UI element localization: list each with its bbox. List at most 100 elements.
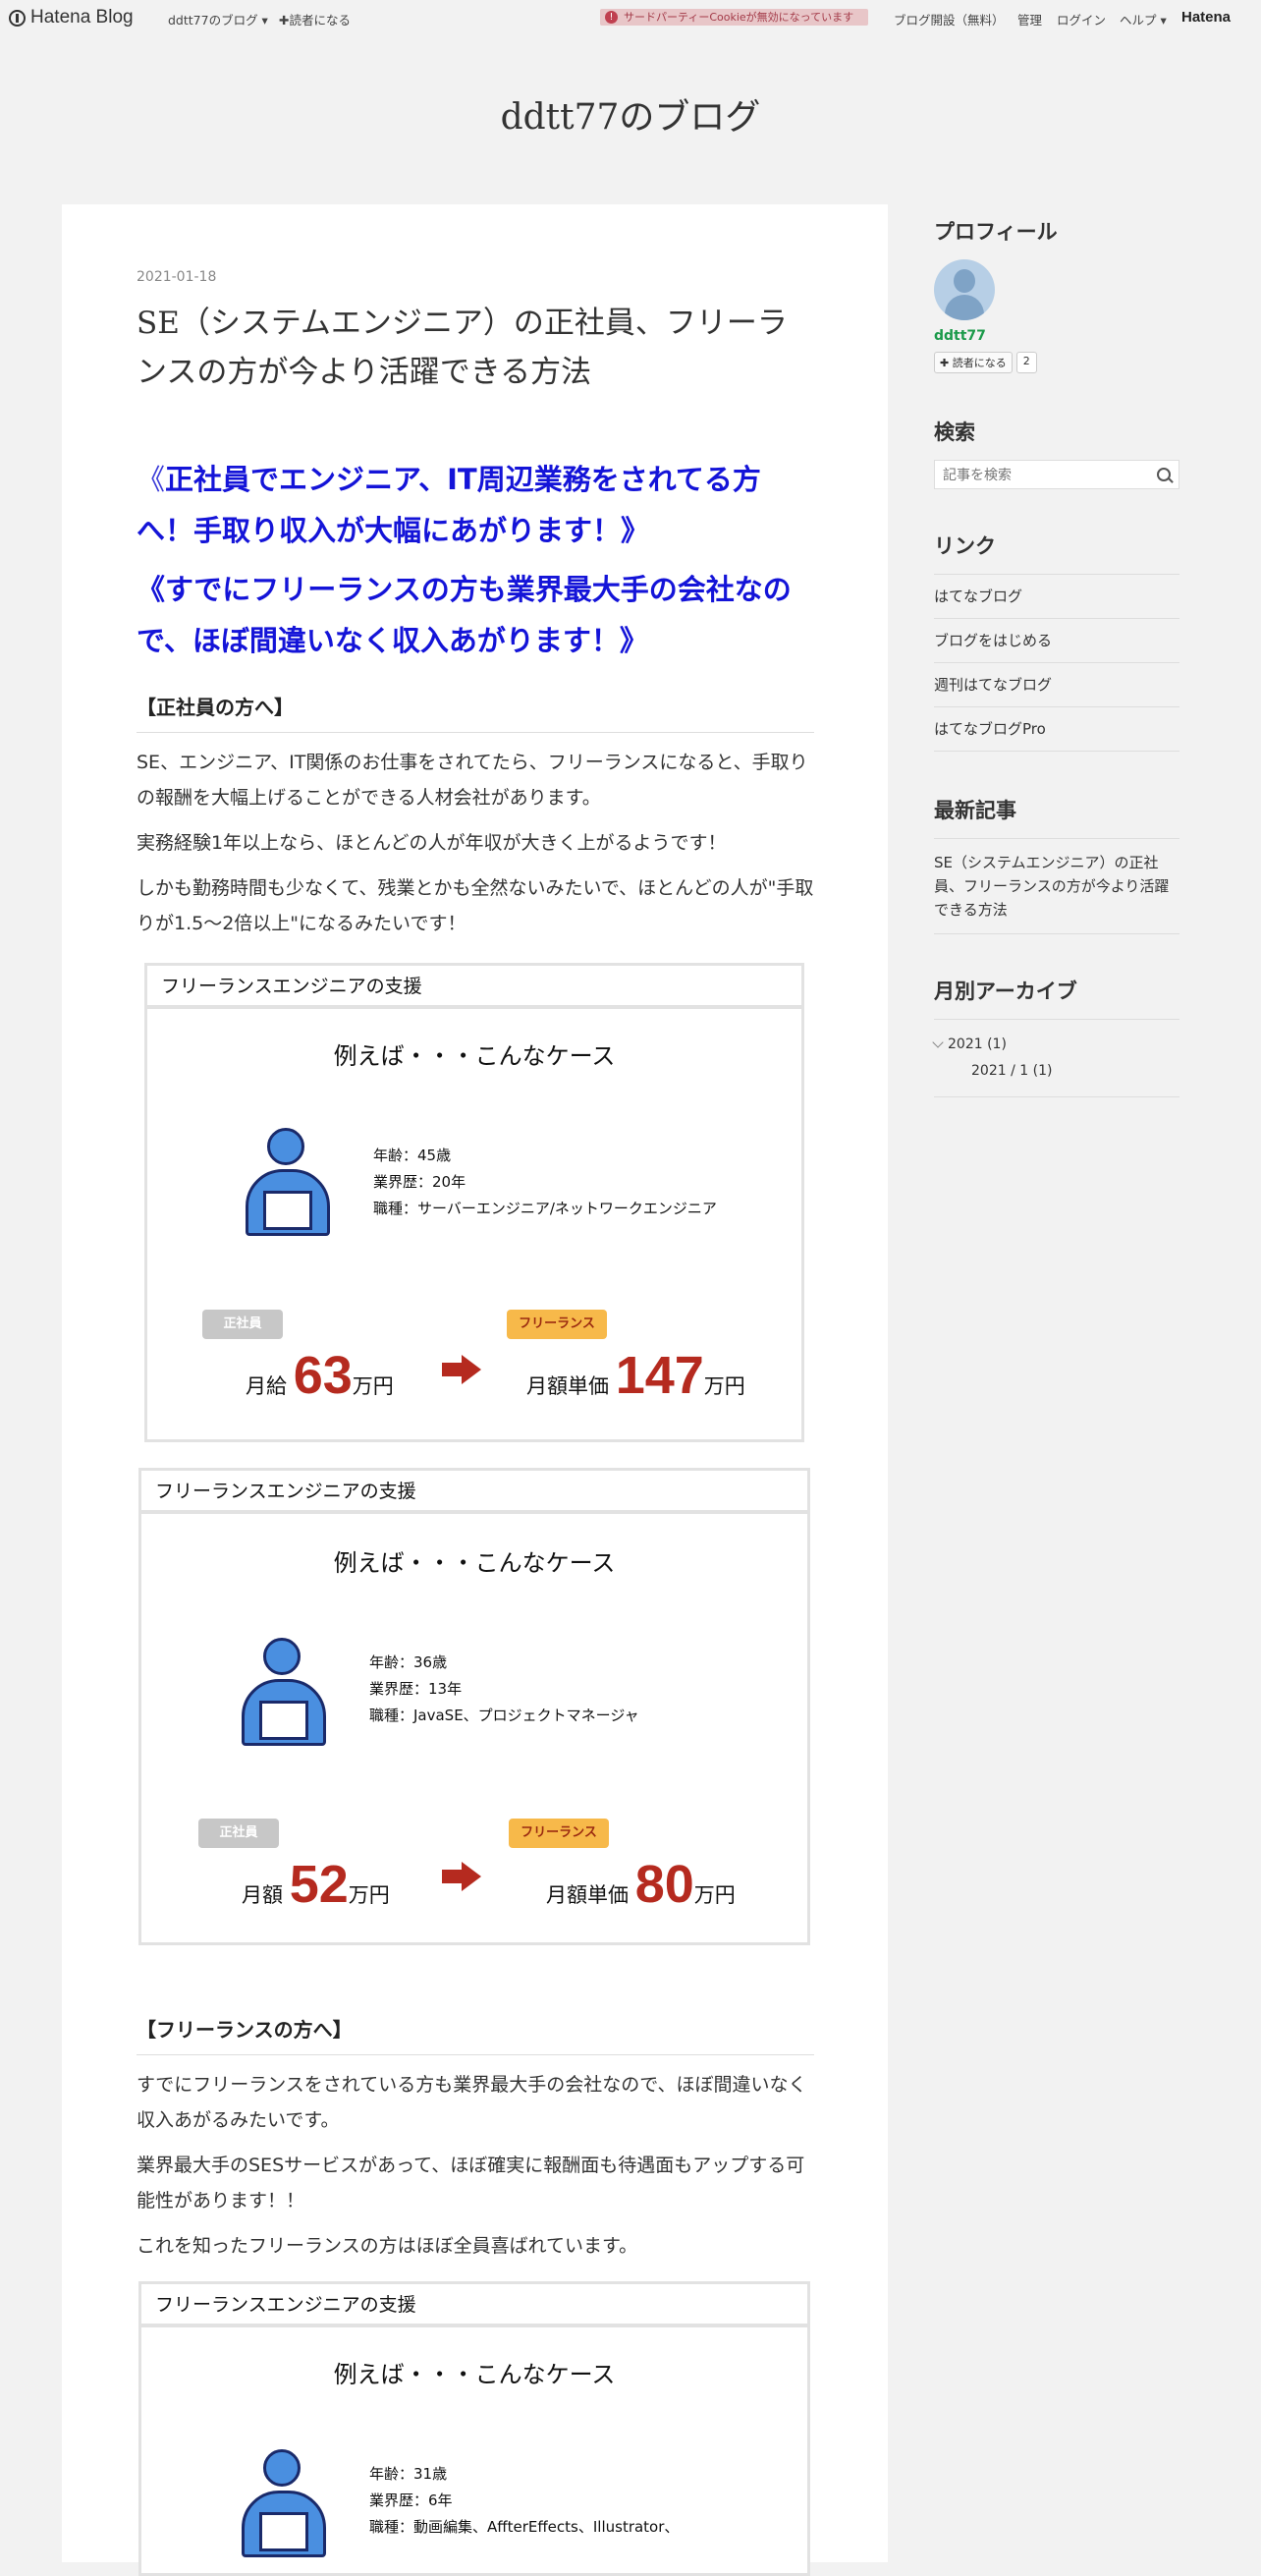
links-heading: リンク bbox=[934, 534, 996, 558]
logo-text: Hatena Blog bbox=[30, 7, 134, 28]
card-example-title: 例えば・・・こんなケース bbox=[333, 1549, 616, 1577]
search-box bbox=[934, 460, 1179, 490]
person-laptop-icon bbox=[242, 2449, 326, 2559]
salary-after: 月額単価 80万円 bbox=[546, 1854, 736, 1915]
paragraph: SE、エンジニア、IT関係のお仕事をされてたら、フリーランスになると、手取りの報… bbox=[137, 752, 808, 809]
link-item[interactable]: はてなブログ bbox=[934, 575, 1179, 619]
cookie-notice-text: サードパーティーCookieが無効になっています bbox=[624, 11, 854, 24]
profile-heading: プロフィール bbox=[934, 220, 1058, 244]
subscribe-button[interactable]: ✚ 読者になる bbox=[934, 352, 1013, 373]
case-job: 職種：サーバーエンジニア/ネットワークエンジニア bbox=[373, 1200, 717, 1217]
lead-line-1: 《正社員でエンジニア、IT周辺業務をされてる方へ！手取り収入が大幅にあがります！… bbox=[137, 454, 814, 556]
search-heading: 検索 bbox=[934, 420, 975, 444]
salary-before-label: 月額 bbox=[242, 1883, 283, 1907]
archive-list: 2021 (1) 2021 / 1 (1) bbox=[932, 1019, 1179, 1097]
chevron-down-icon[interactable] bbox=[932, 1036, 944, 1048]
lead-bracket: 《 bbox=[137, 463, 166, 496]
arrow-right-icon bbox=[442, 1355, 483, 1384]
tag-employee: 正社員 bbox=[198, 1819, 279, 1848]
case-age: 年齢：31歳 bbox=[369, 2465, 448, 2483]
tag-freelance: フリーランス bbox=[507, 1310, 607, 1339]
case-profile: 年齢：45歳 業界歴：20年 職種：サーバーエンジニア/ネットワークエンジニア bbox=[373, 1143, 717, 1222]
paragraph: 実務経験1年以上なら、ほとんどの人が年収が大きく上がるようです！ bbox=[137, 832, 727, 854]
link-item[interactable]: ブログをはじめる bbox=[934, 619, 1179, 663]
paragraph: すでにフリーランスをされている方も業界最大手の会社なので、ほぼ間違いなく収入あが… bbox=[137, 2074, 807, 2131]
subscribe-link[interactable]: ✚読者になる bbox=[279, 10, 351, 28]
case-card: フリーランスエンジニアの支援 例えば・・・こんなケース 年齢：45歳 業界歴：2… bbox=[144, 963, 804, 1442]
search-icon[interactable] bbox=[1157, 468, 1171, 481]
help-menu[interactable]: ヘルプ ▾ bbox=[1120, 10, 1167, 28]
recent-entry-link[interactable]: SE（システムエンジニア）の正社員、フリーランスの方が今より活躍できる方法 bbox=[934, 838, 1179, 934]
hatena-blog-logo[interactable]: Hatena Blog bbox=[9, 7, 134, 28]
main-content: 2021-01-18 SE（システムエンジニア）の正社員、フリーランスの方が今よ… bbox=[62, 204, 888, 2576]
section-heading-freelance: 【フリーランスの方へ】 bbox=[137, 2014, 814, 2055]
salary-unit: 万円 bbox=[703, 1374, 745, 1398]
case-job: 職種：動画編集、AffterEffects、Illustrator、 bbox=[369, 2518, 680, 2536]
avatar-icon[interactable] bbox=[934, 259, 995, 320]
manage-link[interactable]: 管理 bbox=[1017, 10, 1042, 28]
case-experience: 業界歴：13年 bbox=[369, 1680, 463, 1698]
entry: 2021-01-18 SE（システムエンジニア）の正社員、フリーランスの方が今よ… bbox=[137, 269, 814, 2576]
link-item[interactable]: はてなブログPro bbox=[934, 707, 1179, 752]
global-header: Hatena Blog ddtt77のブログ ▾ ✚読者になる ! サードパーテ… bbox=[0, 0, 1261, 37]
salary-after-value: 147 bbox=[615, 1346, 704, 1405]
link-item[interactable]: 週刊はてなブログ bbox=[934, 663, 1179, 707]
archive-month[interactable]: 2021 / 1 (1) bbox=[934, 1057, 1179, 1085]
case-age: 年齢：45歳 bbox=[373, 1147, 452, 1164]
hatena-logo-icon bbox=[9, 9, 26, 27]
lead-line-1-text: 正社員でエンジニア、IT周辺業務をされてる方へ！手取り収入が大幅にあがります！》 bbox=[137, 463, 761, 547]
entry-title[interactable]: SE（システムエンジニア）の正社員、フリーランスの方が今より活躍できる方法 bbox=[137, 299, 814, 397]
entry-date[interactable]: 2021-01-18 bbox=[137, 269, 814, 285]
card-header: フリーランスエンジニアの支援 bbox=[141, 1471, 807, 1514]
tag-employee: 正社員 bbox=[202, 1310, 283, 1339]
lead-text: 《正社員でエンジニア、IT周辺業務をされてる方へ！手取り収入が大幅にあがります！… bbox=[137, 454, 814, 666]
profile-name[interactable]: ddtt77 bbox=[934, 328, 1179, 344]
login-link[interactable]: ログイン bbox=[1057, 10, 1106, 28]
reader-row: ✚ 読者になる 2 bbox=[934, 352, 1179, 373]
section-heading-employee: 【正社員の方へ】 bbox=[137, 692, 814, 733]
paragraph: これを知ったフリーランスの方はほぼ全員喜ばれています。 bbox=[137, 2235, 638, 2257]
warning-icon: ! bbox=[605, 11, 618, 24]
lead-line-2: 《すでにフリーランスの方も業界最大手の会社なので、ほぼ間違いなく収入あがります！… bbox=[137, 573, 792, 657]
salary-after-label: 月額単価 bbox=[546, 1883, 629, 1907]
salary-unit: 万円 bbox=[352, 1374, 394, 1398]
salary-unit: 万円 bbox=[693, 1883, 736, 1907]
blog-menu[interactable]: ddtt77のブログ ▾ bbox=[168, 10, 268, 28]
recent-heading: 最新記事 bbox=[934, 799, 1016, 822]
case-card: フリーランスエンジニアの支援 例えば・・・こんなケース 年齢：36歳 業界歴：1… bbox=[138, 1468, 810, 1945]
create-blog-link[interactable]: ブログ開設（無料） bbox=[894, 10, 1005, 28]
case-profile: 年齢：36歳 業界歴：13年 職種：JavaSE、プロジェクトマネージャ bbox=[369, 1650, 639, 1729]
person-laptop-icon bbox=[242, 1638, 326, 1748]
salary-before-value: 52 bbox=[289, 1855, 349, 1914]
archive-year[interactable]: 2021 (1) bbox=[932, 1032, 1179, 1057]
person-laptop-icon bbox=[246, 1128, 330, 1238]
reader-count[interactable]: 2 bbox=[1015, 352, 1037, 373]
arrow-right-icon bbox=[442, 1862, 483, 1891]
salary-before: 月給 63万円 bbox=[246, 1345, 394, 1406]
blog-title[interactable]: ddtt77のブログ bbox=[0, 88, 1261, 140]
case-age: 年齢：36歳 bbox=[369, 1653, 448, 1671]
salary-after-value: 80 bbox=[634, 1855, 694, 1914]
salary-after-label: 月額単価 bbox=[526, 1374, 609, 1398]
card-header: フリーランスエンジニアの支援 bbox=[141, 2284, 807, 2327]
case-experience: 業界歴：20年 bbox=[373, 1173, 466, 1191]
salary-before: 月額 52万円 bbox=[242, 1854, 390, 1915]
salary-after: 月額単価 147万円 bbox=[526, 1345, 745, 1406]
card-example-title: 例えば・・・こんなケース bbox=[333, 2361, 616, 2388]
search-input[interactable] bbox=[935, 461, 1141, 490]
salary-before-label: 月給 bbox=[246, 1374, 287, 1398]
tag-freelance: フリーランス bbox=[509, 1819, 609, 1848]
card-header: フリーランスエンジニアの支援 bbox=[147, 966, 801, 1009]
paragraph: しかも勤務時間も少なくて、残業とかも全然ないみたいで、ほとんどの人が"手取りが1… bbox=[137, 877, 814, 934]
case-card: フリーランスエンジニアの支援 例えば・・・こんなケース 年齢：31歳 業界歴：6… bbox=[138, 2281, 810, 2576]
hatena-link[interactable]: Hatena bbox=[1181, 9, 1231, 26]
link-list: はてなブログ ブログをはじめる 週刊はてなブログ はてなブログPro bbox=[934, 574, 1179, 752]
salary-unit: 万円 bbox=[348, 1883, 390, 1907]
sidebar: プロフィール ddtt77 ✚ 読者になる 2 検索 リンク はてなブログ ブロ… bbox=[932, 216, 1179, 1097]
case-profile: 年齢：31歳 業界歴：6年 職種：動画編集、AffterEffects、Illu… bbox=[369, 2461, 679, 2541]
card-example-title: 例えば・・・こんなケース bbox=[333, 1042, 616, 1070]
cookie-notice[interactable]: ! サードパーティーCookieが無効になっています bbox=[600, 9, 868, 26]
archive-heading: 月別アーカイブ bbox=[934, 980, 1077, 1003]
case-experience: 業界歴：6年 bbox=[369, 2492, 453, 2509]
case-job: 職種：JavaSE、プロジェクトマネージャ bbox=[369, 1707, 639, 1724]
